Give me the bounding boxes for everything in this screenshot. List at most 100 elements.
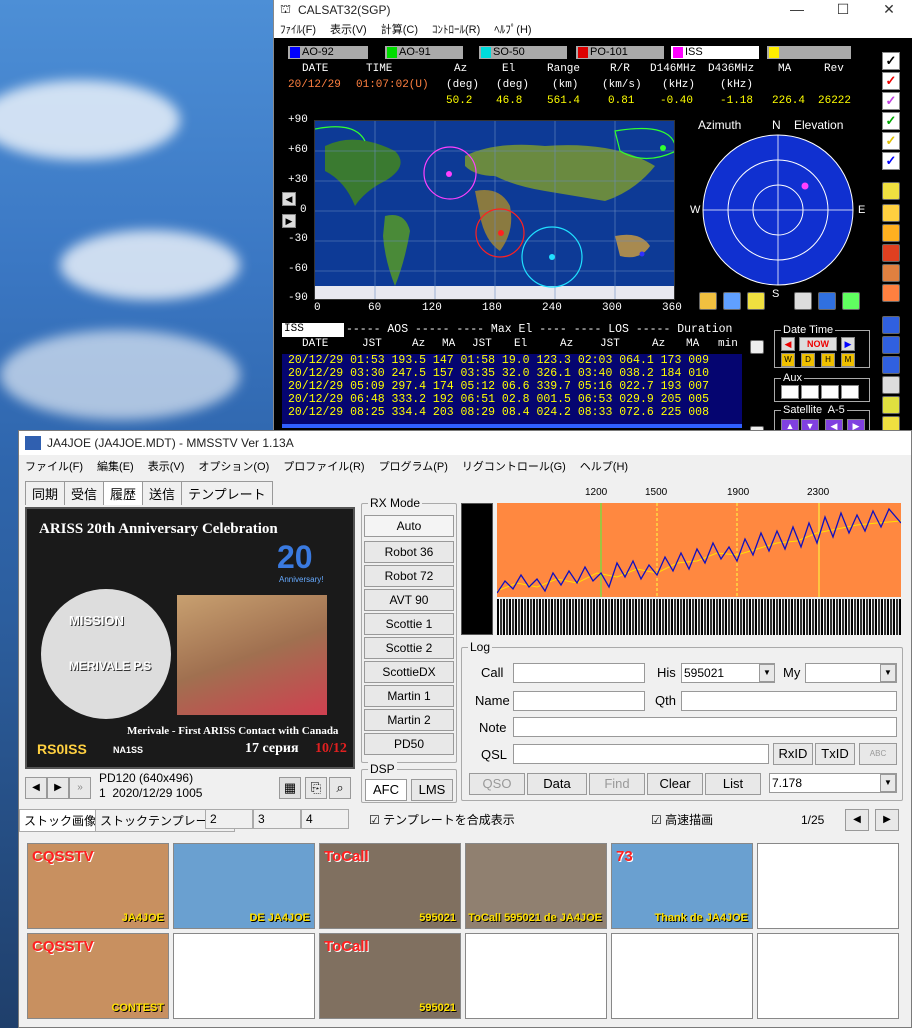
menu-edit[interactable]: 編集(E) — [97, 458, 134, 474]
menu-control[interactable]: ｺﾝﾄﾛｰﾙ(R) — [432, 21, 480, 37]
tab-send[interactable]: 送信 — [142, 481, 183, 505]
pass-row[interactable]: 20/12/29 01:53 193.5 147 01:58 19.0 123.… — [282, 354, 742, 367]
satellite-bar[interactable]: AO-92 — [288, 46, 368, 59]
jupiter-icon[interactable] — [882, 264, 900, 282]
sat-check-4[interactable]: ✓ — [882, 112, 900, 130]
call-input[interactable] — [513, 663, 645, 683]
week-button[interactable]: W — [781, 353, 795, 367]
clock-icon[interactable] — [750, 340, 764, 354]
page-next-button[interactable]: ▶ — [875, 809, 899, 831]
tab-stock-images[interactable]: ストック画像 — [19, 809, 102, 832]
satellite-bar[interactable]: ISS — [671, 46, 759, 59]
day-button[interactable]: D — [801, 353, 815, 367]
stock-thumbnail[interactable]: ToCall 595021 — [319, 843, 461, 929]
data-button[interactable]: Data — [527, 773, 587, 795]
menu-view[interactable]: 表示(V) — [148, 458, 185, 474]
list-button[interactable]: List — [705, 773, 761, 795]
afc-button[interactable]: AFC — [365, 779, 407, 801]
maximize-button[interactable]: ☐ — [820, 1, 866, 18]
doc-icon[interactable] — [882, 376, 900, 394]
page-prev-button[interactable]: ◀ — [845, 809, 869, 831]
pass-row[interactable]: 20/12/29 06:48 333.2 192 06:51 02.8 001.… — [282, 393, 742, 406]
mode-scottie1-button[interactable]: Scottie 1 — [364, 613, 454, 635]
menu-file[interactable]: ファイル(F) — [25, 458, 83, 474]
next-button[interactable]: ▶ — [47, 777, 69, 799]
stock-thumbnail[interactable] — [757, 933, 899, 1019]
txid-button[interactable]: TxID — [815, 743, 855, 765]
grid-globe-icon[interactable] — [794, 292, 812, 310]
mode-martin1-button[interactable]: Martin 1 — [364, 685, 454, 707]
scroll-right-button[interactable]: ▶ — [282, 214, 296, 228]
fast-forward-button[interactable]: » — [69, 777, 91, 799]
lms-button[interactable]: LMS — [411, 779, 453, 801]
menu-help[interactable]: ﾍﾙﾌﾟ(H) — [494, 21, 531, 37]
aux-button-2[interactable] — [801, 385, 819, 399]
next-day-button[interactable]: ▶ — [841, 337, 855, 351]
fast-draw-check[interactable]: ☑ 高速描画 — [651, 811, 713, 828]
checkbox-icon[interactable]: ☑ — [651, 813, 662, 827]
stock-thumbnail[interactable]: 73 Thank de JA4JOE — [611, 843, 753, 929]
tab-sync[interactable]: 同期 — [25, 481, 66, 505]
sat-check-1[interactable]: ✓ — [882, 52, 900, 70]
table-icon[interactable] — [882, 316, 900, 334]
grid-icon[interactable] — [842, 292, 860, 310]
stock-thumbnail[interactable] — [465, 933, 607, 1019]
mars-icon[interactable] — [882, 244, 900, 262]
pass-row[interactable]: 20/12/29 08:25 334.4 203 08:29 08.4 024.… — [282, 406, 742, 419]
color-icon[interactable]: ▦ — [279, 777, 301, 799]
feet-icon[interactable] — [699, 292, 717, 310]
mode-pd50-button[interactable]: PD50 — [364, 733, 454, 755]
tab-stock-2[interactable]: 2 — [205, 809, 253, 829]
tab-stock-3[interactable]: 3 — [253, 809, 301, 829]
scroll-left-button[interactable]: ◀ — [282, 192, 296, 206]
note-input[interactable] — [513, 717, 897, 737]
mode-martin2-button[interactable]: Martin 2 — [364, 709, 454, 731]
sun-orange-icon[interactable] — [882, 224, 900, 242]
sat-check-2[interactable]: ✓ — [882, 72, 900, 90]
mode-auto-button[interactable]: Auto — [364, 515, 454, 537]
zoom-icon[interactable]: ⌕ — [329, 777, 351, 799]
received-image[interactable]: ARISS 20th Anniversary Celebration 20 An… — [25, 507, 355, 769]
exit-icon[interactable] — [882, 356, 900, 374]
sun-icon[interactable] — [747, 292, 765, 310]
mode-robot72-button[interactable]: Robot 72 — [364, 565, 454, 587]
stock-thumbnail[interactable]: DE JA4JOE — [173, 843, 315, 929]
aux-button-4[interactable] — [841, 385, 859, 399]
qth-input[interactable] — [681, 691, 897, 711]
aux-button-3[interactable] — [821, 385, 839, 399]
moon-icon[interactable] — [882, 204, 900, 222]
pass-row[interactable]: 20/12/29 03:30 247.5 157 03:35 32.0 326.… — [282, 367, 742, 380]
list-icon[interactable] — [882, 336, 900, 354]
copy-icon[interactable]: ⎘ — [305, 777, 327, 799]
earth-icon[interactable] — [818, 292, 836, 310]
menu-view[interactable]: 表示(V) — [330, 21, 367, 37]
stock-thumbnail[interactable]: ToCall 595021 — [319, 933, 461, 1019]
sat-check-6[interactable]: ✓ — [882, 152, 900, 170]
tab-receive[interactable]: 受信 — [64, 481, 105, 505]
export-icon[interactable] — [882, 396, 900, 414]
comet-icon[interactable] — [882, 284, 900, 302]
composite-check[interactable]: ☑ テンプレートを合成表示 — [369, 811, 515, 828]
menu-rig-control[interactable]: リグコントロール(G) — [462, 458, 566, 474]
menu-calc[interactable]: 計算(C) — [381, 21, 418, 37]
stock-thumbnail[interactable] — [173, 933, 315, 1019]
stock-thumbnail[interactable] — [611, 933, 753, 1019]
my-dropdown-icon[interactable]: ▼ — [880, 664, 896, 682]
qso-button[interactable]: QSO — [469, 773, 525, 795]
mode-scottiedx-button[interactable]: ScottieDX — [364, 661, 454, 683]
spectrum-display[interactable] — [497, 503, 901, 597]
stock-thumbnail[interactable]: CQSSTV CONTEST — [27, 933, 169, 1019]
satellite-bar[interactable] — [767, 46, 851, 59]
sat-check-3[interactable]: ✓ — [882, 92, 900, 110]
mode-avt90-button[interactable]: AVT 90 — [364, 589, 454, 611]
menu-profile[interactable]: プロファイル(R) — [283, 458, 364, 474]
menu-help[interactable]: ヘルプ(H) — [580, 458, 628, 474]
abc-icon[interactable]: ABC — [859, 743, 897, 765]
frequency-select[interactable]: 7.178 — [769, 773, 897, 793]
freq-dropdown-icon[interactable]: ▼ — [880, 774, 896, 792]
aux-button-1[interactable] — [781, 385, 799, 399]
checkbox-icon[interactable]: ☑ — [369, 813, 380, 827]
sun-icon[interactable] — [882, 182, 900, 200]
stock-thumbnail[interactable] — [757, 843, 899, 929]
clear-button[interactable]: Clear — [647, 773, 703, 795]
